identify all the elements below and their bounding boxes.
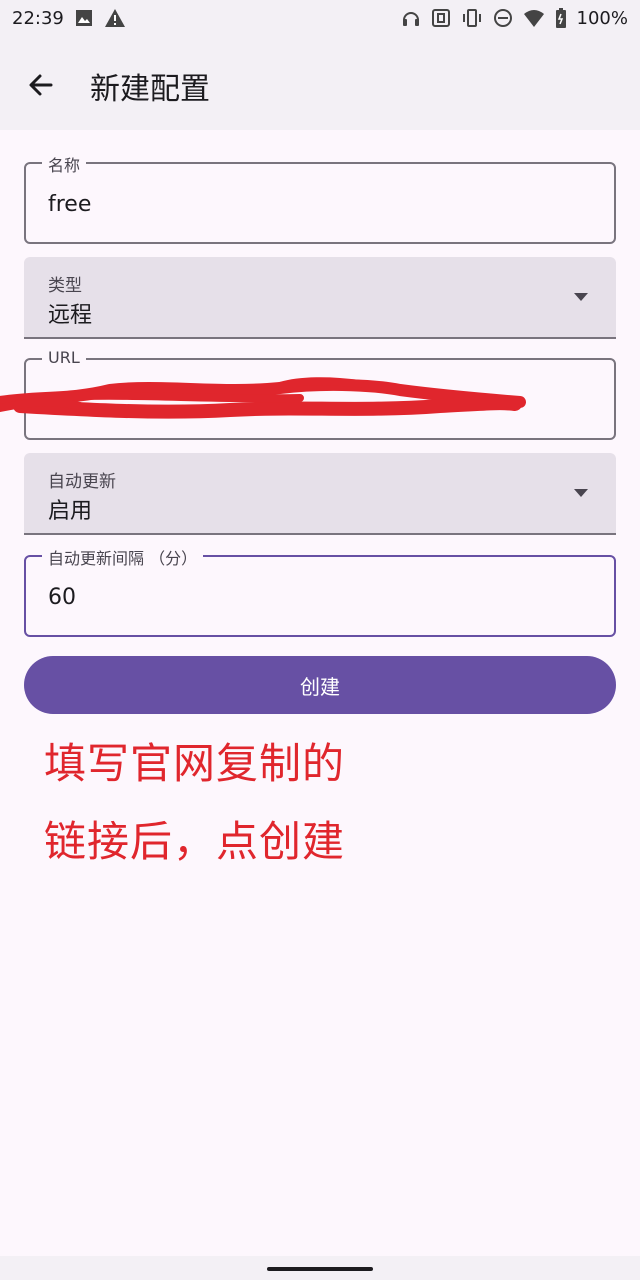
redaction-scribble: [0, 377, 526, 419]
url-field-label: URL: [42, 348, 86, 367]
name-field-value[interactable]: free: [48, 192, 91, 217]
interval-field-value[interactable]: 60: [48, 585, 76, 610]
dnd-icon: [493, 8, 513, 28]
name-field[interactable]: 名称 free: [24, 152, 616, 244]
wifi-icon: [523, 8, 545, 28]
dropdown-arrow-icon[interactable]: [574, 489, 588, 497]
battery-percent: 100%: [576, 7, 628, 29]
auto-update-label: 自动更新: [48, 472, 116, 492]
type-select-value[interactable]: 远程: [48, 297, 92, 329]
auto-update-value[interactable]: 启用: [48, 493, 92, 525]
alert-icon: [104, 8, 126, 28]
nfc-icon: [431, 8, 451, 28]
type-select-label: 类型: [48, 276, 82, 296]
battery-icon: [555, 8, 567, 28]
type-select[interactable]: 类型 远程: [24, 257, 616, 339]
auto-update-select[interactable]: 自动更新 启用: [24, 453, 616, 535]
annotation-line-1: 填写官网复制的: [44, 739, 346, 788]
page-title: 新建配置: [90, 72, 210, 107]
name-field-label: 名称: [42, 152, 87, 176]
status-bar: 22:39 100%: [0, 0, 640, 36]
vibrate-icon: [461, 8, 483, 28]
create-button[interactable]: 创建: [24, 656, 616, 714]
interval-field-label: 自动更新间隔 （分）: [42, 545, 204, 569]
dropdown-arrow-icon[interactable]: [574, 293, 588, 301]
gesture-handle[interactable]: [267, 1267, 373, 1271]
status-time: 22:39: [12, 7, 64, 29]
image-icon: [74, 8, 94, 28]
headset-icon: [401, 8, 421, 28]
arrow-back-icon[interactable]: [24, 68, 58, 102]
app-bar: 新建配置: [0, 36, 640, 130]
annotation-line-2: 链接后，点创建: [44, 817, 346, 866]
interval-field[interactable]: 自动更新间隔 （分） 60: [24, 545, 616, 637]
